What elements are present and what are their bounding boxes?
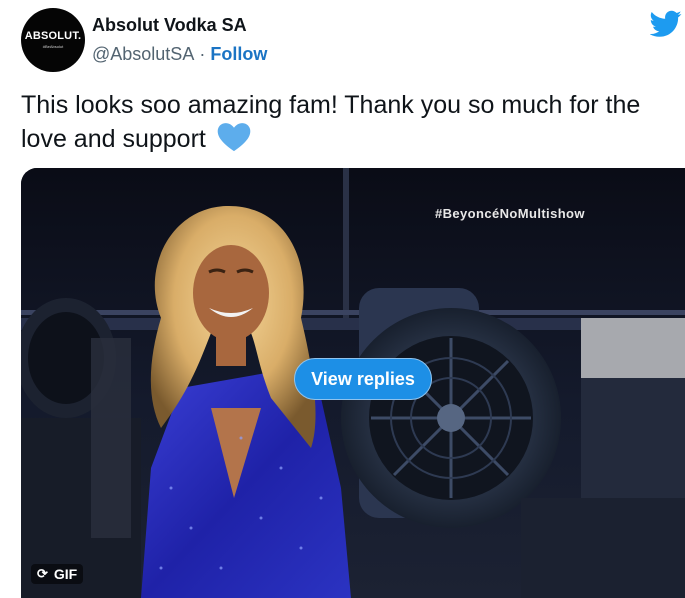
gif-badge: ⟳ GIF (31, 564, 84, 584)
author-avatar[interactable]: ABSOLUT. #BeAbsolut (21, 8, 85, 72)
author-display-name[interactable]: Absolut Vodka SA (92, 15, 247, 36)
avatar-tag-text: #BeAbsolut (42, 44, 64, 49)
avatar-brand-text: ABSOLUT. (24, 30, 82, 42)
meta-separator: · (199, 44, 206, 64)
gif-media[interactable]: #BeyoncéNoMultishow View replies ⟳ GIF (21, 168, 685, 598)
author-meta: @AbsolutSA · Follow (92, 44, 267, 65)
view-replies-button[interactable]: View replies (294, 358, 432, 400)
author-handle[interactable]: @AbsolutSA (92, 44, 194, 65)
gif-hashtag-overlay: #BeyoncéNoMultishow (435, 206, 585, 221)
twitter-bird-icon[interactable] (650, 10, 682, 38)
follow-button[interactable]: Follow (210, 44, 267, 65)
blue-heart-icon (217, 123, 251, 152)
tweet-text-block: This looks soo amazing fam! Thank you so… (21, 88, 661, 156)
tweet-text: This looks soo amazing fam! Thank you so… (21, 91, 641, 153)
